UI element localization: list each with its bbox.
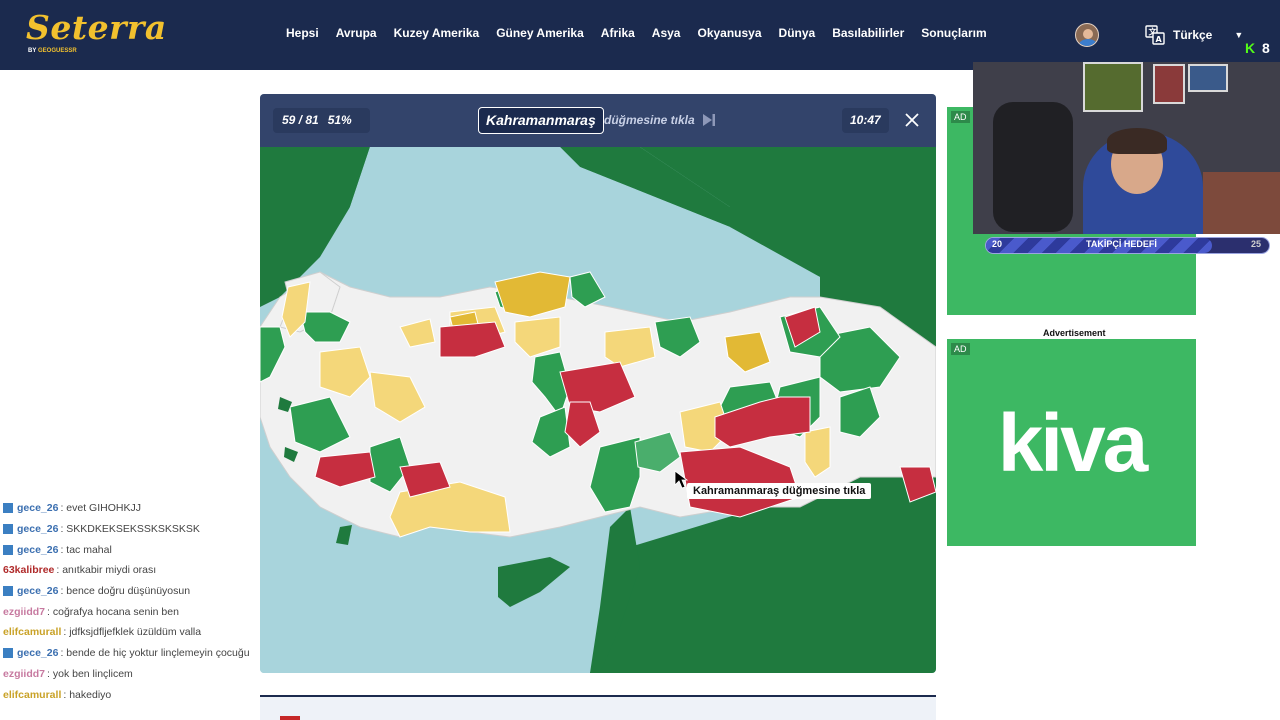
wall-poster-2 (1188, 64, 1228, 92)
progress-count: 59 / 81 (282, 113, 319, 127)
chat-username: elifcamurall (3, 688, 62, 701)
chat-message: gece_26: tac mahal (3, 539, 283, 560)
kiva-logo: kiva (997, 398, 1149, 489)
chat-badge-icon (3, 524, 13, 535)
advertisement-label: Advertisement (1043, 328, 1106, 338)
progress-percent: 51% (327, 113, 352, 127)
chat-badge-icon (3, 544, 13, 555)
nav-item-dunya[interactable]: Dünya (779, 26, 816, 40)
chat-message: gece_26: SKKDKEKSEKSSKSKSKSK (3, 519, 283, 540)
chat-username: gece_26 (17, 543, 59, 556)
logo-brand: GEOGUESSR (38, 48, 77, 54)
nav-item-okyanusya[interactable]: Okyanusya (697, 26, 761, 40)
language-label: Türkçe (1173, 28, 1213, 42)
chat-message: 63kalibree: anıtkabir miydi orası (3, 560, 283, 581)
map-tooltip: Kahramanmaraş düğmesine tıkla (687, 483, 872, 499)
quiz-prompt: düğmesine tıkla (604, 113, 695, 127)
main-nav: Hepsi Avrupa Kuzey Amerika Güney Amerika… (286, 26, 1004, 40)
chat-username: ezgiidd7 (3, 667, 46, 680)
seterra-logo[interactable]: Seterra BY GEOGUESSR (26, 8, 167, 55)
chat-username: elifcamurall (3, 626, 62, 639)
chat-badge-icon (3, 503, 13, 514)
chat-text: : yok ben linçlicem (47, 667, 133, 680)
chevron-down-icon: ▼ (1234, 30, 1244, 40)
bed (1203, 172, 1280, 234)
ad-badge-top: AD (951, 111, 970, 123)
nav-item-afrika[interactable]: Afrika (601, 26, 635, 40)
chat-text: : evet GIHOHKJJ (60, 502, 141, 515)
chat-text: : jdfksjdfljefklek üzüldüm valla (63, 626, 202, 639)
chat-message: gece_26: bence doğru düşünüyosun (3, 581, 283, 602)
top-navigation: Seterra BY GEOGUESSR Hepsi Avrupa Kuzey … (0, 0, 1280, 70)
wall-shelf (1083, 62, 1143, 112)
timer: 10:47 (842, 108, 889, 133)
goal-label: TAKİPÇİ HEDEFİ (1086, 239, 1157, 249)
chat-message: ezgiidd7: yok ben linçlicem (3, 664, 283, 685)
chat-text: : anıtkabir miydi orası (56, 564, 157, 577)
webcam-overlay (973, 62, 1280, 234)
goal-current: 20 (992, 239, 1003, 249)
chat-message: elifcamurall: hakediyo (3, 684, 283, 705)
chat-text: : hakediyo (63, 688, 112, 701)
chat-text: : bence doğru düşünüyosun (60, 585, 191, 598)
quiz-game-panel: 59 / 81 51% Kahramanmaraş düğmesine tıkla… (260, 94, 936, 673)
close-icon[interactable] (904, 112, 920, 128)
ad-banner-kiva[interactable]: AD kiva (947, 339, 1196, 546)
chat-username: gece_26 (17, 647, 59, 660)
language-selector[interactable]: 文 A Türkçe ▼ (1145, 25, 1243, 45)
viewer-count: 8 (1262, 40, 1270, 56)
chat-text: : tac mahal (60, 543, 112, 556)
chat-username: ezgiidd7 (3, 605, 46, 618)
nav-item-hepsi[interactable]: Hepsi (286, 26, 319, 40)
wall-poster-1 (1153, 64, 1185, 104)
chat-badge-icon (3, 648, 13, 659)
chat-username: gece_26 (17, 523, 59, 536)
streamer-hair (1107, 128, 1167, 154)
target-region: Kahramanmaraş (478, 107, 604, 134)
skip-icon[interactable] (702, 113, 716, 127)
chat-message: elifcamurall: jdfksjdfljefklek üzüldüm v… (3, 622, 283, 643)
page-bottom-strip (260, 697, 936, 720)
chat-text: : coğrafya hocana senin ben (47, 605, 179, 618)
bottom-red-marker (280, 716, 300, 720)
gaming-chair (993, 102, 1073, 232)
chat-username: 63kalibree (3, 564, 55, 577)
chat-message: gece_26: evet GIHOHKJJ (3, 498, 283, 519)
chat-message: gece_26: bende de hiç yoktur linçlemeyin… (3, 643, 283, 664)
ad-badge-kiva: AD (951, 343, 970, 355)
translate-icon: 文 A (1145, 25, 1165, 45)
logo-byline: BY GEOGUESSR (28, 48, 77, 54)
nav-item-kuzey-amerika[interactable]: Kuzey Amerika (394, 26, 480, 40)
score-box: 59 / 81 51% (273, 108, 370, 133)
chat-message: ezgiidd7: coğrafya hocana senin ben (3, 601, 283, 622)
chat-username: gece_26 (17, 502, 59, 515)
turkey-map[interactable] (260, 147, 936, 673)
chat-badge-icon (3, 586, 13, 597)
nav-item-avrupa[interactable]: Avrupa (336, 26, 377, 40)
svg-text:A: A (1156, 35, 1163, 44)
chat-text: : bende de hiç yoktur linçlemeyin çocuğu (60, 647, 250, 660)
nav-item-guney-amerika[interactable]: Güney Amerika (496, 26, 584, 40)
chat-text: : SKKDKEKSEKSSKSKSKSK (60, 523, 200, 536)
goal-target: 25 (1250, 239, 1261, 249)
quiz-header: 59 / 81 51% Kahramanmaraş düğmesine tıkla… (260, 94, 936, 147)
chat-username: gece_26 (17, 585, 59, 598)
follower-goal-bar: 20 TAKİPÇİ HEDEFİ 25 (985, 237, 1270, 254)
logo-by: BY (28, 48, 37, 54)
nav-item-asya[interactable]: Asya (652, 26, 681, 40)
logo-text: Seterra (26, 8, 167, 47)
user-avatar[interactable] (1075, 23, 1099, 47)
kick-logo-icon: K (1245, 40, 1256, 56)
nav-item-sonuclarim[interactable]: Sonuçlarım (921, 26, 986, 40)
nav-item-basilabilirler[interactable]: Basılabilirler (832, 26, 904, 40)
stream-chat: gece_26: evet GIHOHKJJ gece_26: SKKDKEKSE… (3, 498, 283, 705)
